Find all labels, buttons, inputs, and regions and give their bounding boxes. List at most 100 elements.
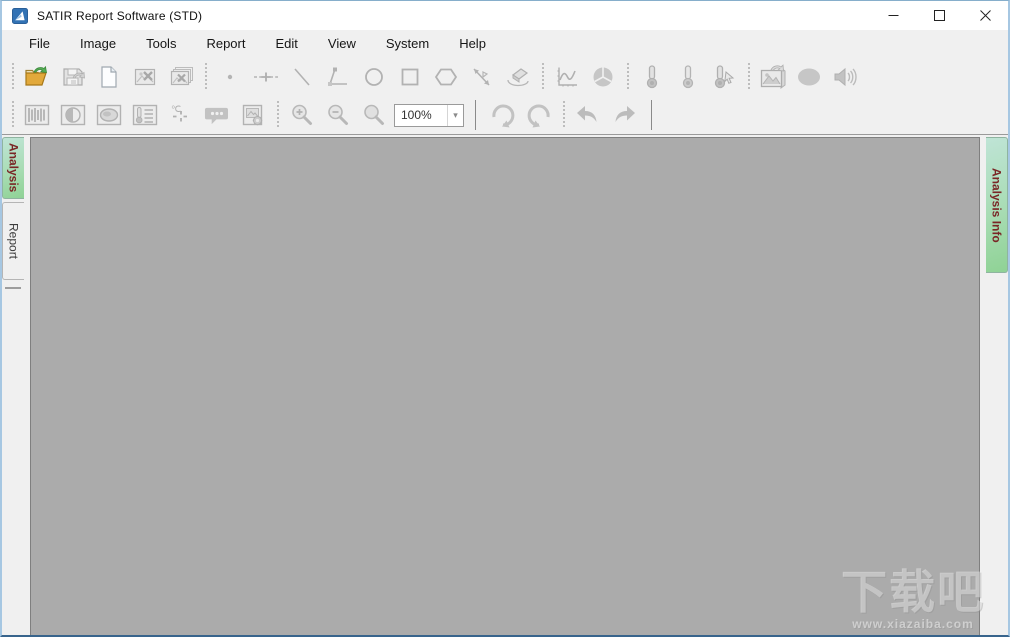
report-settings-icon <box>242 104 263 126</box>
tab-strip-divider <box>5 287 21 289</box>
close-button[interactable] <box>962 1 1008 30</box>
line-tool-button[interactable] <box>284 61 320 93</box>
spot-tool-icon <box>227 74 233 79</box>
zoom-fit-button[interactable] <box>356 99 392 131</box>
line-chart-button[interactable] <box>549 61 585 93</box>
tab-analysis[interactable]: Analysis <box>2 137 24 199</box>
zoom-in-button[interactable] <box>284 99 320 131</box>
tab-analysis-label: Analysis <box>6 143 21 193</box>
contrast-button[interactable] <box>55 99 91 131</box>
maximize-button[interactable] <box>916 1 962 30</box>
zoom-in-icon <box>292 104 312 125</box>
save-file-icon <box>63 67 85 86</box>
toolbar-gripper <box>276 101 279 129</box>
tab-analysis-info[interactable]: Analysis Info <box>986 137 1008 273</box>
toolbar-view: ℃ 100% ▾ <box>2 96 1008 134</box>
shape-fill-button[interactable] <box>791 61 827 93</box>
maximize-icon <box>933 10 945 21</box>
eraser-tool-icon <box>507 67 529 86</box>
menu-edit[interactable]: Edit <box>260 32 312 55</box>
watermark-url: www.xiazaiba.com <box>852 617 974 631</box>
window-controls <box>870 1 1008 30</box>
thermometer-max-icon <box>646 64 658 88</box>
temperature-list-button[interactable] <box>127 99 163 131</box>
watermark: 下载吧 www.xiazaiba.com <box>841 569 985 631</box>
new-document-button[interactable] <box>91 61 127 93</box>
palette-icon <box>24 104 50 126</box>
toolbar-main <box>2 57 1008 96</box>
temperature-cursor-button[interactable]: ℃ <box>163 99 199 131</box>
app-logo-icon <box>12 7 28 24</box>
right-tab-strip: Analysis Info <box>986 137 1008 273</box>
close-all-images-button[interactable] <box>163 61 199 93</box>
comment-button[interactable] <box>199 99 235 131</box>
app-window: SATIR Report Software (STD) File Image T… <box>0 0 1010 637</box>
menu-view[interactable]: View <box>313 32 371 55</box>
toolbar-gripper <box>562 101 565 129</box>
image-canvas[interactable]: 下载吧 www.xiazaiba.com <box>30 137 983 635</box>
temperature-list-icon <box>132 104 158 126</box>
menu-tools[interactable]: Tools <box>131 32 191 55</box>
thermometer-max-button[interactable] <box>634 61 670 93</box>
undo-icon <box>577 106 597 122</box>
line-spot-tool-button[interactable] <box>248 61 284 93</box>
comment-icon <box>204 107 228 125</box>
menu-file[interactable]: File <box>14 32 65 55</box>
thermometer-cursor-icon <box>714 64 735 88</box>
watermark-title: 下载吧 <box>841 566 985 618</box>
zoom-level-combobox[interactable]: 100% ▾ <box>394 103 464 127</box>
tab-report[interactable]: Report <box>2 202 24 280</box>
pie-chart-icon <box>593 67 613 86</box>
open-file-icon <box>25 65 47 86</box>
report-settings-button[interactable] <box>235 99 271 131</box>
rotate-cw-icon <box>492 104 515 128</box>
isotherm-icon <box>96 104 122 126</box>
line-spot-tool-icon <box>254 72 278 81</box>
toolbar-separator <box>475 100 476 130</box>
redo-icon <box>615 106 635 122</box>
open-file-button[interactable] <box>19 61 55 93</box>
rotate-ccw-icon <box>527 104 550 128</box>
chevron-down-icon[interactable]: ▾ <box>447 104 463 126</box>
left-tab-strip: Analysis Report <box>2 137 24 289</box>
title-bar[interactable]: SATIR Report Software (STD) <box>2 1 1008 30</box>
close-icon <box>979 10 991 21</box>
save-file-button[interactable] <box>55 61 91 93</box>
ellipse-tool-icon <box>365 67 383 86</box>
tab-report-label: Report <box>6 222 21 260</box>
thermometer-cursor-button[interactable] <box>706 61 742 93</box>
export-image-icon <box>760 63 786 89</box>
arrow-measure-tool-button[interactable] <box>464 61 500 93</box>
toolbar-gripper <box>11 101 14 129</box>
toolbar-gripper <box>541 62 544 91</box>
redo-button[interactable] <box>606 99 642 131</box>
polygon-tool-icon <box>434 68 458 85</box>
minimize-button[interactable] <box>870 1 916 30</box>
export-image-button[interactable] <box>755 61 791 93</box>
pie-chart-button[interactable] <box>585 61 621 93</box>
isotherm-button[interactable] <box>91 99 127 131</box>
rotate-ccw-button[interactable] <box>521 99 557 131</box>
arrow-measure-tool-icon <box>473 67 490 86</box>
angle-tool-button[interactable] <box>320 61 356 93</box>
menu-system[interactable]: System <box>371 32 444 55</box>
spot-tool-button[interactable] <box>212 61 248 93</box>
rotate-cw-button[interactable] <box>485 99 521 131</box>
palette-button[interactable] <box>19 99 55 131</box>
rectangle-tool-icon <box>401 68 419 85</box>
eraser-tool-button[interactable] <box>500 61 536 93</box>
workspace: Analysis Report 下载吧 www.xiazaiba.com Ana… <box>2 134 1008 635</box>
menu-help[interactable]: Help <box>444 32 501 55</box>
temperature-cursor-icon: ℃ <box>171 104 189 122</box>
thermometer-min-button[interactable] <box>670 61 706 93</box>
audio-annotation-button[interactable] <box>827 61 863 93</box>
menu-image[interactable]: Image <box>65 32 131 55</box>
polygon-tool-button[interactable] <box>428 61 464 93</box>
close-image-button[interactable] <box>127 61 163 93</box>
menu-report[interactable]: Report <box>191 32 260 55</box>
zoom-out-button[interactable] <box>320 99 356 131</box>
zoom-level-value: 100% <box>401 108 432 122</box>
undo-button[interactable] <box>570 99 606 131</box>
ellipse-tool-button[interactable] <box>356 61 392 93</box>
rectangle-tool-button[interactable] <box>392 61 428 93</box>
